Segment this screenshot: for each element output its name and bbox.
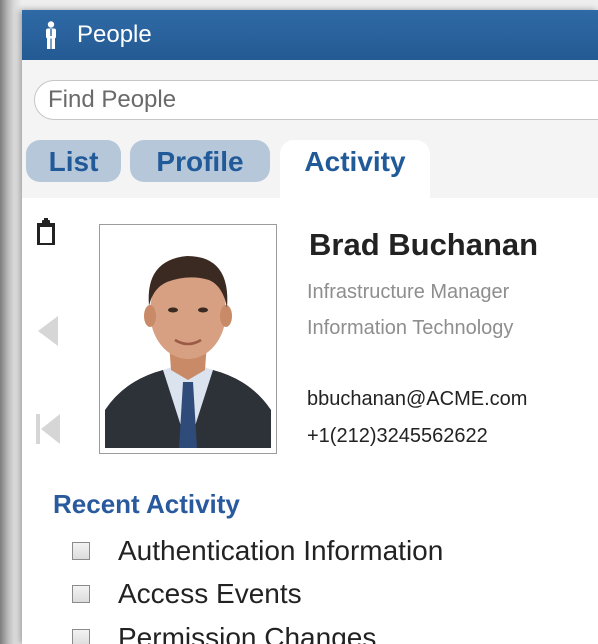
person-icon — [46, 21, 56, 49]
activity-item-access-events[interactable]: Access Events — [72, 578, 572, 610]
activity-content: Brad Buchanan Infrastructure Manager Inf… — [22, 198, 598, 644]
avatar — [105, 230, 271, 448]
panel-title: People — [77, 21, 152, 48]
tab-list[interactable]: List — [26, 140, 121, 182]
people-panel: People List Profile Activity — [22, 10, 598, 644]
activity-item-permission-changes[interactable]: Permission Changes — [72, 622, 572, 644]
checkbox[interactable] — [72, 542, 90, 560]
activity-item-label: Permission Changes — [118, 622, 377, 644]
tab-profile[interactable]: Profile — [130, 140, 270, 182]
activity-item-label: Access Events — [118, 578, 302, 609]
activity-item-label: Authentication Information — [118, 535, 444, 566]
profile-email[interactable]: bbuchanan@ACME.com — [307, 388, 527, 411]
tab-activity[interactable]: Activity — [280, 140, 430, 198]
checkbox[interactable] — [72, 629, 90, 644]
previous-arrow-icon[interactable] — [36, 314, 60, 348]
search-bar — [22, 60, 598, 145]
profile-job-title: Infrastructure Manager — [307, 281, 510, 303]
recent-activity-heading: Recent Activity — [53, 489, 240, 519]
profile-phone[interactable]: +1(212)3245562622 — [307, 425, 488, 448]
title-bar: People — [22, 10, 598, 60]
clipboard-icon[interactable] — [36, 218, 56, 246]
first-record-icon[interactable] — [34, 412, 62, 446]
profile-name: Brad Buchanan — [309, 227, 539, 262]
tab-strip: List Profile Activity — [22, 138, 598, 199]
profile-department: Information Technology — [307, 317, 514, 339]
profile-photo — [99, 224, 277, 454]
activity-item-authentication[interactable]: Authentication Information — [72, 535, 572, 567]
find-people-input[interactable] — [34, 80, 598, 120]
checkbox[interactable] — [72, 585, 90, 603]
